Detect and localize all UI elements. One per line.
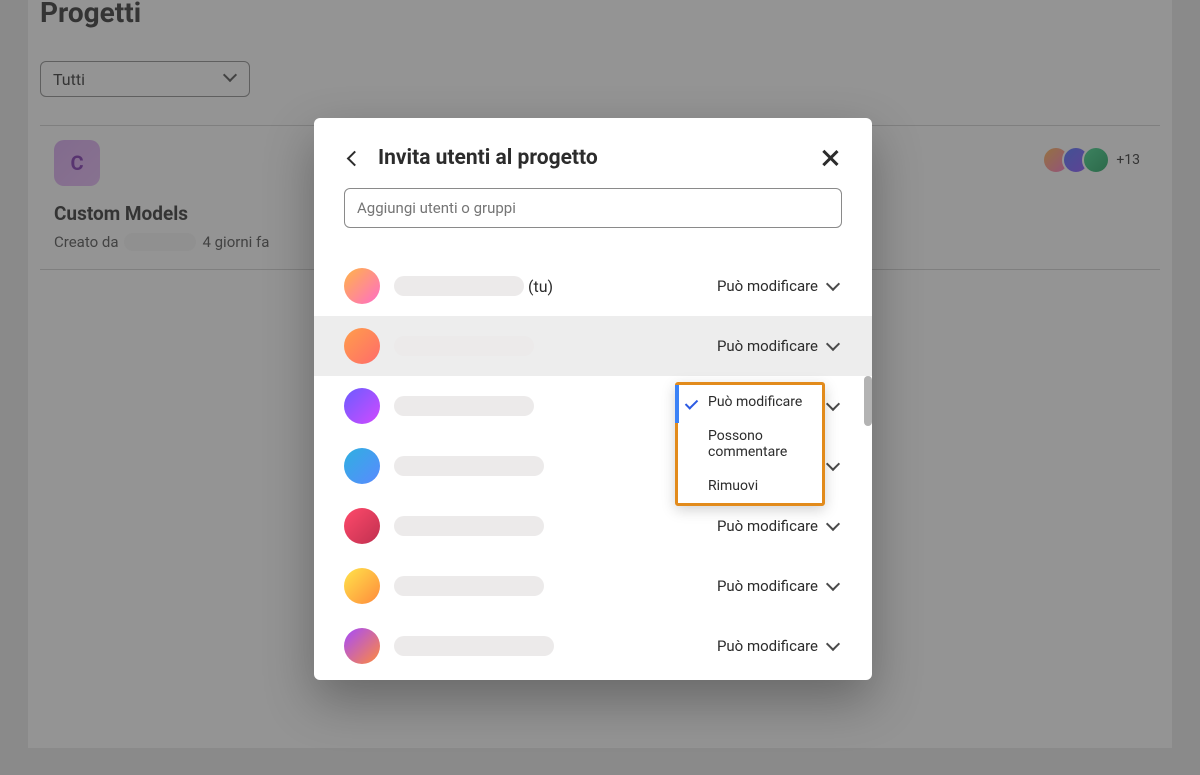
chevron-down-icon bbox=[828, 281, 842, 295]
permission-label: Può modificare bbox=[717, 337, 818, 355]
chevron-down-icon bbox=[828, 341, 842, 355]
permission-selector[interactable]: Può modificare bbox=[717, 517, 842, 535]
user-avatar bbox=[344, 328, 380, 364]
user-avatar bbox=[344, 388, 380, 424]
user-row: Può modificare bbox=[314, 616, 872, 676]
dropdown-option[interactable]: Può modificare bbox=[678, 385, 822, 419]
permission-selector[interactable]: Può modificare bbox=[717, 277, 842, 295]
chevron-down-icon bbox=[828, 461, 842, 475]
scrollbar-thumb[interactable] bbox=[864, 376, 872, 426]
permission-label: Può modificare bbox=[717, 517, 818, 535]
chevron-down-icon bbox=[828, 641, 842, 655]
add-user-input[interactable] bbox=[344, 188, 842, 228]
user-name-redacted bbox=[394, 576, 544, 596]
permission-label: Può modificare bbox=[717, 577, 818, 595]
permission-selector[interactable]: Può modificare bbox=[717, 637, 842, 655]
permission-selector[interactable]: Può modificare bbox=[717, 577, 842, 595]
user-avatar bbox=[344, 568, 380, 604]
permission-label: Può modificare bbox=[717, 637, 818, 655]
user-avatar bbox=[344, 268, 380, 304]
modal-header: Invita utenti al progetto bbox=[314, 118, 872, 188]
user-avatar bbox=[344, 448, 380, 484]
user-name-wrap bbox=[394, 456, 703, 476]
chevron-down-icon bbox=[828, 521, 842, 535]
user-name-redacted bbox=[394, 336, 534, 356]
user-name-wrap bbox=[394, 636, 703, 656]
permission-label: Può modificare bbox=[717, 277, 818, 295]
permission-dropdown: Può modificarePossono commentareRimuovi bbox=[675, 382, 825, 506]
dropdown-option[interactable]: Rimuovi bbox=[678, 469, 822, 503]
close-button[interactable] bbox=[818, 146, 842, 170]
modal-body bbox=[314, 188, 872, 238]
permission-selector[interactable]: Può modificare bbox=[717, 337, 842, 355]
user-row: Può modificare bbox=[314, 316, 872, 376]
user-name-redacted bbox=[394, 636, 554, 656]
user-row: (tu) Può modificare bbox=[314, 256, 872, 316]
user-name-wrap: (tu) bbox=[394, 276, 703, 296]
user-name-wrap bbox=[394, 516, 703, 536]
chevron-down-icon bbox=[828, 581, 842, 595]
user-name-redacted bbox=[394, 516, 544, 536]
user-name-redacted bbox=[394, 396, 534, 416]
chevron-down-icon bbox=[828, 401, 842, 415]
you-suffix: (tu) bbox=[528, 277, 553, 296]
user-name-wrap bbox=[394, 396, 703, 416]
dropdown-option[interactable]: Possono commentare bbox=[678, 419, 822, 469]
user-name-redacted bbox=[394, 456, 544, 476]
back-button[interactable] bbox=[344, 148, 364, 168]
user-name-wrap bbox=[394, 576, 703, 596]
user-row: Può modificare bbox=[314, 556, 872, 616]
user-avatar bbox=[344, 628, 380, 664]
user-name-wrap bbox=[394, 336, 703, 356]
user-avatar bbox=[344, 508, 380, 544]
modal-title: Invita utenti al progetto bbox=[378, 146, 804, 170]
user-name-redacted bbox=[394, 276, 524, 296]
